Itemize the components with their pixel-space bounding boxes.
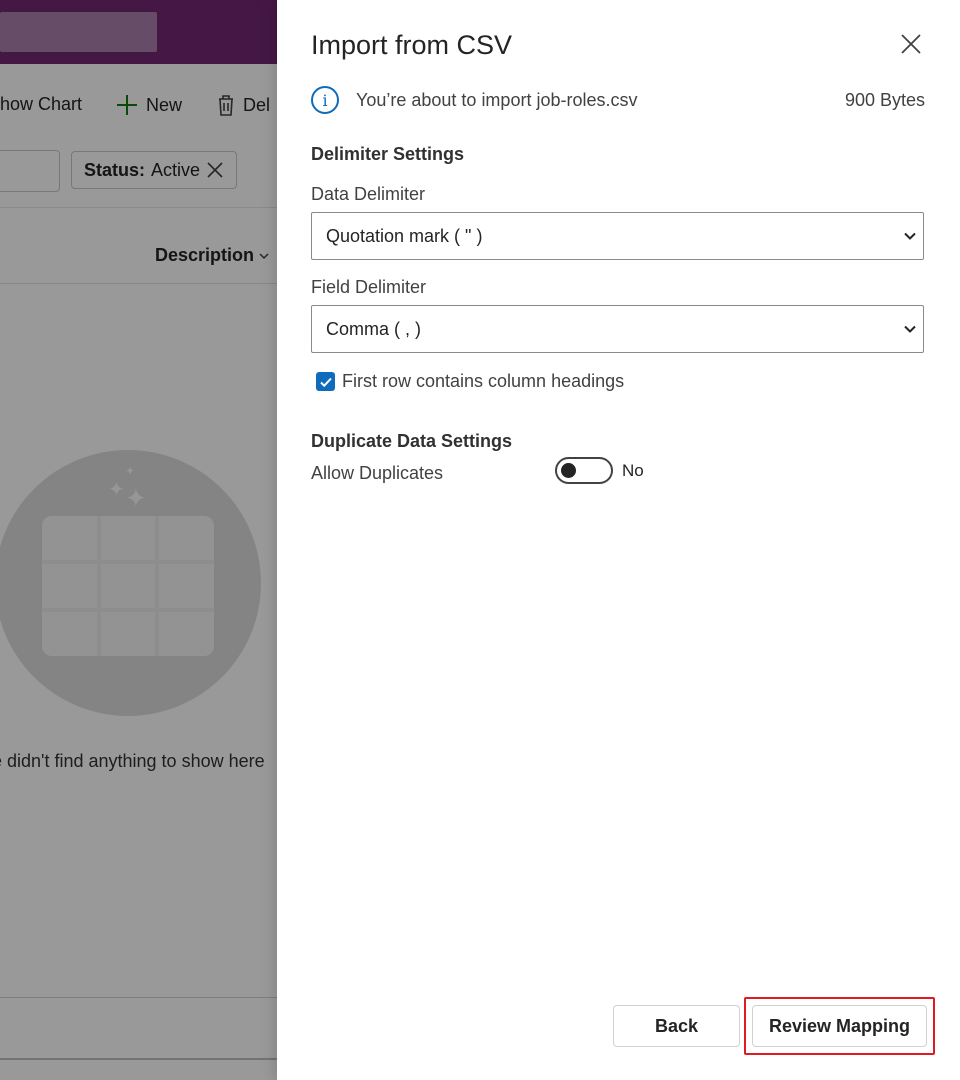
import-file-message: You’re about to import job-roles.csv [356,89,638,110]
review-mapping-highlight [744,997,935,1055]
allow-duplicates-toggle[interactable] [555,457,613,484]
back-button[interactable]: Back [613,1005,740,1047]
field-delimiter-select[interactable]: Comma ( , ) [311,305,924,353]
import-csv-panel: Import from CSV i You’re about to import… [277,0,960,1080]
background-app: how Chart New Del Status: Active Descrip… [0,0,277,1080]
field-delimiter-label: Field Delimiter [311,277,427,297]
close-icon [901,34,921,54]
checkmark-icon [319,377,332,387]
info-icon: i [311,86,339,114]
close-button[interactable] [897,30,925,58]
delimiter-settings-heading: Delimiter Settings [311,144,465,164]
chevron-down-icon [904,232,916,240]
data-delimiter-label: Data Delimiter [311,184,426,204]
dialog-title: Import from CSV [311,30,513,60]
data-delimiter-value: Quotation mark ( " ) [326,225,483,246]
toggle-state-label: No [622,460,644,480]
file-info-row: i You’re about to import job-roles.csv 9… [311,85,925,115]
file-size: 900 Bytes [844,89,925,110]
first-row-headings-option[interactable]: First row contains column headings [316,371,624,392]
allow-duplicates-toggle-row: No [555,457,644,484]
field-delimiter-value: Comma ( , ) [326,318,422,339]
allow-duplicates-label: Allow Duplicates [311,463,444,483]
first-row-headings-checkbox[interactable] [316,372,335,391]
data-delimiter-select[interactable]: Quotation mark ( " ) [311,212,924,260]
toggle-knob [561,463,576,478]
first-row-headings-label: First row contains column headings [342,371,625,391]
modal-overlay[interactable] [0,0,277,1080]
duplicate-settings-heading: Duplicate Data Settings [311,431,513,451]
chevron-down-icon [904,325,916,333]
